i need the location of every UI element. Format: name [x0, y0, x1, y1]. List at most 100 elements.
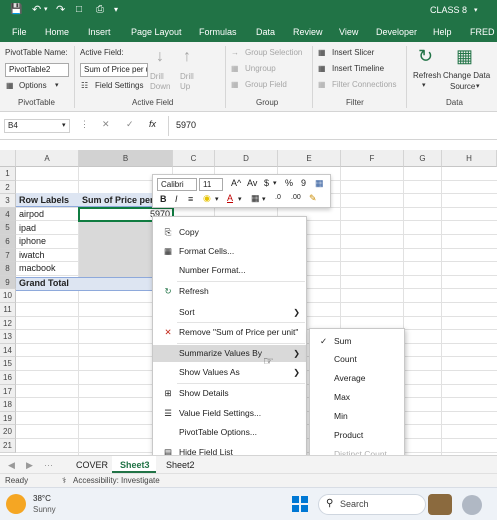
menu-item-copy[interactable]: ⎘ Copy — [153, 224, 306, 241]
row-header-17[interactable]: 17 — [0, 384, 16, 399]
row-header-16[interactable]: 16 — [0, 371, 16, 385]
currency-button[interactable]: $ — [264, 178, 269, 188]
pivot-grand-total-label[interactable]: Grand Total — [16, 277, 79, 290]
search-highlight-image[interactable] — [428, 494, 452, 515]
print-icon[interactable]: ⎙ — [96, 4, 104, 15]
format-painter-small-icon[interactable]: ▦ — [315, 178, 324, 189]
submenu-item-max[interactable]: Max — [310, 388, 404, 406]
cancel-entry-icon[interactable]: ✕ — [102, 119, 110, 130]
field-settings-icon[interactable]: ☷ — [81, 81, 88, 90]
change-data-source-dropdown-icon[interactable]: ▾ — [476, 82, 480, 90]
row-header-18[interactable]: 18 — [0, 398, 16, 412]
pivot-header-row-labels[interactable]: Row Labels — [16, 194, 79, 207]
active-field-input[interactable]: Sum of Price per u — [80, 63, 148, 77]
menu-item-summarize-values-by[interactable]: Summarize Values By ❯ — [153, 345, 306, 362]
insert-function-icon[interactable]: fx — [149, 119, 156, 129]
field-settings-button[interactable]: Field Settings — [95, 81, 143, 90]
column-header-e[interactable]: E — [278, 150, 341, 167]
camera-icon[interactable]: □ — [76, 4, 82, 15]
sheet-tab-more-icon[interactable]: ⋯ — [44, 460, 53, 471]
qat-more-icon[interactable]: ▾ — [114, 5, 118, 14]
accessibility-status[interactable]: Accessibility: Investigate — [73, 476, 160, 485]
submenu-item-min[interactable]: Min — [310, 407, 404, 425]
column-header-a[interactable]: A — [16, 150, 79, 167]
fill-color-dropdown-icon[interactable]: ▾ — [215, 195, 219, 203]
submenu-item-sum[interactable]: ✓ Sum — [310, 332, 404, 350]
row-header-15[interactable]: 15 — [0, 357, 16, 371]
menu-item-format-cells[interactable]: ▦ Format Cells... — [153, 243, 306, 260]
pivottable-name-input[interactable]: PivotTable2 — [5, 63, 69, 77]
pivot-row-label[interactable]: airpod — [16, 208, 79, 221]
windows-start-icon[interactable] — [292, 496, 308, 512]
options-button[interactable]: Options — [19, 81, 47, 90]
title-dropdown-icon[interactable]: ▾ — [474, 6, 478, 14]
change-data-source-button-line2[interactable]: Source — [450, 82, 475, 91]
refresh-icon[interactable]: ↻ — [418, 46, 433, 67]
taskbar-app-icon[interactable] — [462, 495, 482, 515]
row-header-8[interactable]: 8 — [0, 262, 16, 276]
sheet-tab-sheet3[interactable]: Sheet3 — [120, 460, 150, 470]
row-header-13[interactable]: 13 — [0, 330, 16, 344]
shrink-font-button[interactable]: Av — [247, 178, 257, 188]
row-header-9[interactable]: 9 — [0, 275, 16, 290]
accessibility-icon[interactable]: ⚕ — [62, 476, 66, 485]
row-header-12[interactable]: 12 — [0, 316, 16, 331]
tab-page-layout[interactable]: Page Layout — [131, 27, 182, 37]
tab-file[interactable]: File — [12, 27, 27, 37]
tab-home[interactable]: Home — [45, 27, 69, 37]
menu-item-value-field-settings[interactable]: ☰ Value Field Settings... — [153, 405, 306, 422]
currency-dropdown-icon[interactable]: ▾ — [273, 179, 277, 187]
submenu-item-product[interactable]: Product — [310, 426, 404, 444]
fill-color-icon[interactable]: ◉ — [203, 193, 211, 204]
decrease-decimal-icon[interactable]: .00 — [291, 194, 301, 201]
align-icon[interactable]: ≡ — [188, 194, 193, 204]
sheet-nav-prev-icon[interactable]: ◀ — [8, 460, 15, 471]
menu-item-pivottable-options[interactable]: PivotTable Options... — [153, 424, 306, 441]
column-header-h[interactable]: H — [442, 150, 497, 167]
italic-button[interactable]: I — [175, 194, 178, 204]
column-header-d[interactable]: D — [215, 150, 278, 167]
undo-dropdown-icon[interactable]: ▾ — [44, 5, 48, 13]
undo-icon[interactable]: ↶ — [32, 3, 41, 16]
select-all-corner[interactable] — [0, 150, 16, 167]
redo-icon[interactable]: ↷ — [56, 3, 65, 16]
menu-item-sort[interactable]: Sort ❯ — [153, 304, 306, 321]
font-color-dropdown-icon[interactable]: ▾ — [238, 195, 242, 203]
change-data-source-button[interactable]: Change Data — [443, 71, 490, 80]
row-header-2[interactable]: 2 — [0, 180, 16, 195]
name-box-dropdown-icon[interactable]: ▾ — [62, 121, 66, 129]
row-header-3[interactable]: 3 — [0, 194, 16, 208]
submenu-item-average[interactable]: Average — [310, 369, 404, 387]
menu-item-refresh[interactable]: ↻ Refresh — [153, 283, 306, 300]
tab-view[interactable]: View — [339, 27, 358, 37]
weather-temperature[interactable]: 38°C — [33, 494, 51, 503]
row-header-1[interactable]: 1 — [0, 167, 16, 181]
row-header-11[interactable]: 11 — [0, 303, 16, 317]
insert-slicer-icon[interactable]: ▦ — [318, 48, 326, 57]
tab-fred[interactable]: FRED — [470, 27, 495, 37]
menu-item-show-values-as[interactable]: Show Values As ❯ — [153, 364, 306, 381]
column-header-f[interactable]: F — [341, 150, 404, 167]
menu-item-number-format[interactable]: Number Format... — [153, 262, 306, 279]
submenu-item-count[interactable]: Count — [310, 350, 404, 368]
insert-timeline-button[interactable]: Insert Timeline — [332, 64, 384, 73]
comma-style-button[interactable]: 9 — [301, 178, 306, 188]
increase-decimal-icon[interactable]: .0 — [275, 194, 281, 201]
bold-button[interactable]: B — [160, 194, 167, 204]
row-header-21[interactable]: 21 — [0, 439, 16, 453]
refresh-dropdown-icon[interactable]: ▾ — [422, 81, 426, 89]
borders-dropdown-icon[interactable]: ▾ — [262, 195, 266, 203]
column-header-g[interactable]: G — [404, 150, 442, 167]
row-header-20[interactable]: 20 — [0, 425, 16, 439]
pivot-row-label[interactable]: iwatch — [16, 249, 79, 262]
insert-slicer-button[interactable]: Insert Slicer — [332, 48, 374, 57]
change-data-source-icon[interactable]: ▦ — [456, 46, 473, 67]
pivot-row-label[interactable]: macbook — [16, 262, 79, 275]
pivot-row-label[interactable]: ipad — [16, 222, 79, 235]
options-dropdown-icon[interactable]: ▾ — [55, 81, 59, 89]
menu-item-remove-sum-of-price-per-unit[interactable]: ✕ Remove "Sum of Price per unit" — [153, 324, 306, 341]
tab-formulas[interactable]: Formulas — [199, 27, 237, 37]
taskbar-search-box[interactable] — [318, 494, 426, 515]
save-icon[interactable]: 💾 — [10, 4, 22, 15]
row-header-5[interactable]: 5 — [0, 221, 16, 235]
